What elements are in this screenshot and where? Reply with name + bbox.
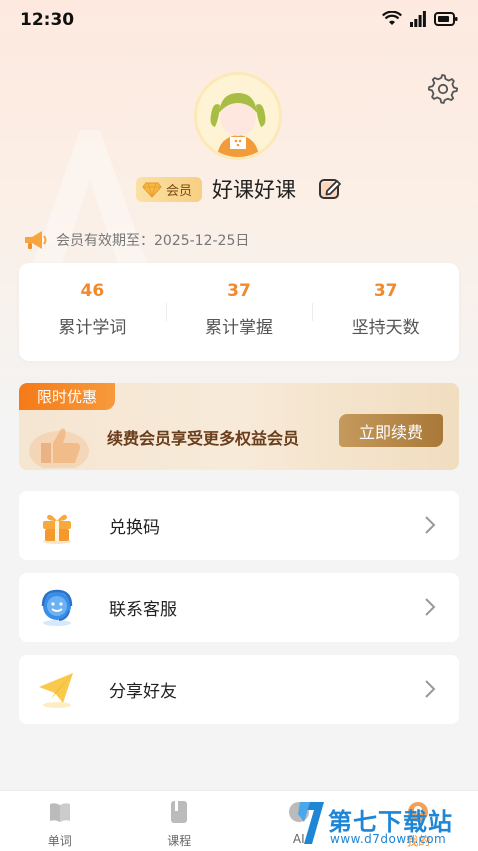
stat-value: 37 (166, 281, 313, 301)
nickname: 好课好课 (212, 174, 296, 204)
customer-service-icon (37, 587, 77, 627)
menu-item-share-friends[interactable]: 分享好友 (19, 655, 459, 724)
stat-mastered-words[interactable]: 37 累计掌握 (166, 263, 313, 361)
wifi-icon (382, 11, 402, 27)
menu-item-contact-service[interactable]: 联系客服 (19, 573, 459, 642)
menu-item-label: 兑换码 (109, 513, 160, 538)
settings-gear-icon[interactable] (428, 74, 458, 104)
stat-label: 累计学词 (19, 313, 166, 338)
vip-badge-label: 会员 (166, 180, 192, 199)
renewal-promo-banner[interactable]: 限时优惠 续费会员享受更多权益会员 立即续费 (19, 383, 459, 470)
course-icon (166, 799, 192, 825)
stats-card: 46 累计学词 37 累计掌握 37 坚持天数 (19, 263, 459, 361)
thumbs-up-icon (27, 413, 97, 468)
paper-plane-icon (37, 669, 77, 709)
gift-icon (37, 505, 77, 545)
profile-name-row: 会员 好课好课 (0, 172, 478, 206)
watermark-url: www.d7down.com (330, 832, 446, 846)
status-time: 12:30 (20, 10, 74, 30)
megaphone-icon (22, 229, 48, 251)
stat-label: 累计掌握 (166, 313, 313, 338)
membership-expiry: 会员有效期至：2025-12-25日 (22, 228, 249, 252)
status-bar: 12:30 (0, 0, 478, 40)
avatar-girl-illustration (197, 75, 279, 157)
avatar[interactable] (194, 72, 282, 160)
stat-label: 坚持天数 (312, 313, 459, 338)
profile-header-background (0, 0, 478, 430)
tab-courses[interactable]: 课程 (120, 791, 240, 851)
expiry-text: 会员有效期至：2025-12-25日 (56, 230, 249, 250)
tab-label: 课程 (120, 832, 240, 849)
menu-item-label: 分享好友 (109, 677, 177, 702)
stat-learned-words[interactable]: 46 累计学词 (19, 263, 166, 361)
promo-text: 续费会员享受更多权益会员 (107, 425, 299, 449)
chevron-right-icon (423, 597, 437, 617)
stat-streak-days[interactable]: 37 坚持天数 (312, 263, 459, 361)
promo-tag: 限时优惠 (19, 383, 115, 410)
stat-value: 37 (312, 281, 459, 301)
tab-label: 单词 (0, 832, 120, 849)
tab-words[interactable]: 单词 (0, 791, 120, 851)
signal-icon (410, 11, 426, 27)
book-icon (47, 799, 73, 825)
edit-icon[interactable] (318, 176, 344, 202)
menu-item-redeem-code[interactable]: 兑换码 (19, 491, 459, 560)
battery-icon (434, 12, 458, 26)
d7-logo-icon (296, 800, 328, 846)
diamond-icon (142, 182, 162, 198)
vip-badge: 会员 (136, 177, 202, 202)
status-icons (382, 11, 458, 27)
site-watermark: 第七下载站 www.d7down.com (296, 800, 474, 850)
menu-item-label: 联系客服 (109, 595, 177, 620)
renew-now-button[interactable]: 立即续费 (339, 414, 443, 447)
chevron-right-icon (423, 679, 437, 699)
chevron-right-icon (423, 515, 437, 535)
stat-value: 46 (19, 281, 166, 301)
